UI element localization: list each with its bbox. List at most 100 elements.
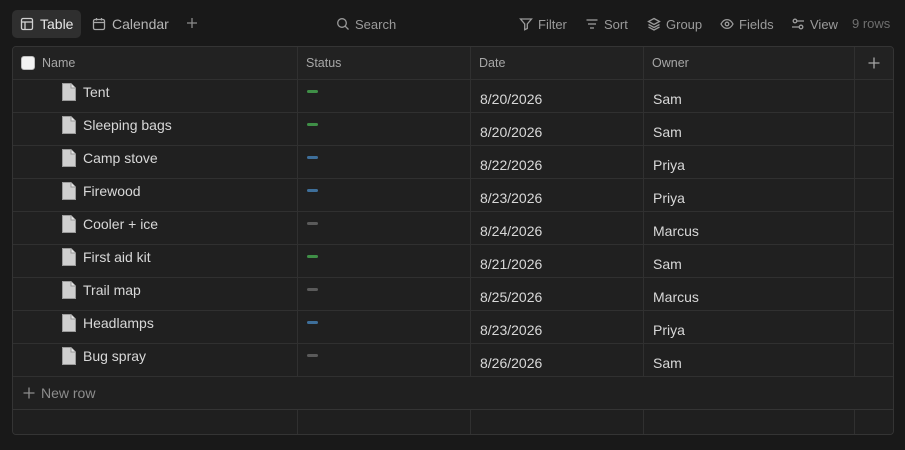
owner-cell[interactable]: Priya	[644, 311, 855, 343]
status-cell[interactable]	[298, 311, 471, 343]
status-cell[interactable]	[298, 344, 471, 376]
search-button[interactable]: Search	[336, 15, 396, 33]
table-row[interactable]: Firewood 8/23/2026 Priya	[13, 179, 893, 212]
table-row[interactable]: Cooler + ice 8/24/2026 Marcus	[13, 212, 893, 245]
extra-cell	[855, 113, 893, 145]
eye-icon	[720, 18, 734, 30]
column-header-date[interactable]: Date	[471, 47, 644, 79]
date-cell[interactable]: 8/24/2026	[471, 212, 644, 244]
owner-cell[interactable]: Marcus	[644, 278, 855, 310]
row-date: 8/21/2026	[480, 256, 543, 272]
column-header-label: Owner	[652, 56, 689, 70]
calendar-icon	[92, 18, 106, 31]
status-pill	[307, 255, 318, 258]
name-cell[interactable]: Firewood	[13, 179, 298, 211]
filter-button[interactable]: Filter	[519, 15, 567, 33]
status-cell[interactable]	[298, 80, 471, 112]
table-row[interactable]: Camp stove 8/22/2026 Priya	[13, 146, 893, 179]
extra-cell	[855, 311, 893, 343]
new-row-button[interactable]: New row	[13, 377, 893, 410]
table-row[interactable]: First aid kit 8/21/2026 Sam	[13, 245, 893, 278]
rows-count: 9 rows	[852, 16, 891, 31]
owner-cell[interactable]: Priya	[644, 146, 855, 178]
date-cell[interactable]: 8/22/2026	[471, 146, 644, 178]
owner-cell[interactable]: Sam	[644, 344, 855, 376]
fields-button[interactable]: Fields	[720, 15, 774, 33]
date-cell[interactable]: 8/23/2026	[471, 311, 644, 343]
group-button[interactable]: Group	[647, 15, 702, 33]
filter-icon	[519, 18, 533, 31]
name-cell[interactable]: Cooler + ice	[13, 212, 298, 244]
name-cell[interactable]: Camp stove	[13, 146, 298, 178]
status-cell[interactable]	[298, 179, 471, 211]
date-cell[interactable]: 8/25/2026	[471, 278, 644, 310]
table-row[interactable]: Bug spray 8/26/2026 Sam	[13, 344, 893, 377]
row-date: 8/22/2026	[480, 157, 543, 173]
table-row[interactable]: Tent 8/20/2026 Sam	[13, 80, 893, 113]
footer-cell-owner[interactable]	[644, 410, 855, 434]
date-cell[interactable]: 8/20/2026	[471, 113, 644, 145]
table-row[interactable]: Trail map 8/25/2026 Marcus	[13, 278, 893, 311]
status-pill	[307, 123, 318, 126]
footer-cell-status[interactable]	[298, 410, 471, 434]
name-cell[interactable]: Trail map	[13, 278, 298, 310]
page-icon	[62, 281, 76, 299]
select-all-checkbox[interactable]	[21, 56, 35, 70]
add-column-button[interactable]	[855, 47, 893, 79]
owner-cell[interactable]: Sam	[644, 80, 855, 112]
status-cell[interactable]	[298, 146, 471, 178]
date-cell[interactable]: 8/23/2026	[471, 179, 644, 211]
status-cell[interactable]	[298, 113, 471, 145]
sort-button[interactable]: Sort	[585, 15, 628, 33]
row-owner: Marcus	[653, 289, 699, 305]
footer-cell-name[interactable]	[13, 410, 298, 434]
new-row-label: New row	[41, 385, 96, 401]
name-cell[interactable]: Bug spray	[13, 344, 298, 376]
owner-cell[interactable]: Priya	[644, 179, 855, 211]
name-cell[interactable]: Sleeping bags	[13, 113, 298, 145]
table-icon	[20, 17, 34, 31]
name-cell[interactable]: Tent	[13, 80, 298, 112]
name-cell[interactable]: Headlamps	[13, 311, 298, 343]
row-owner: Priya	[653, 157, 685, 173]
table-row[interactable]: Sleeping bags 8/20/2026 Sam	[13, 113, 893, 146]
footer-cell-date[interactable]	[471, 410, 644, 434]
add-view-button[interactable]	[184, 15, 200, 31]
row-owner: Sam	[653, 91, 682, 107]
footer-cell-extra	[855, 410, 893, 434]
view-button[interactable]: View	[791, 15, 838, 33]
name-cell[interactable]: First aid kit	[13, 245, 298, 277]
plus-icon	[868, 57, 880, 69]
status-cell[interactable]	[298, 278, 471, 310]
layers-icon	[647, 17, 661, 31]
date-cell[interactable]: 8/20/2026	[471, 80, 644, 112]
page-icon	[62, 149, 76, 167]
tab-calendar[interactable]: Calendar	[84, 10, 177, 38]
column-header-status[interactable]: Status	[298, 47, 471, 79]
row-name: Camp stove	[83, 150, 158, 166]
status-cell[interactable]	[298, 212, 471, 244]
row-owner: Sam	[653, 124, 682, 140]
search-label: Search	[355, 16, 397, 32]
column-header-owner[interactable]: Owner	[644, 47, 855, 79]
date-cell[interactable]: 8/21/2026	[471, 245, 644, 277]
column-header-label: Status	[306, 56, 342, 70]
column-header-label: Name	[42, 56, 76, 70]
tab-table[interactable]: Table	[12, 10, 82, 38]
column-header-name[interactable]: Name	[13, 47, 298, 79]
data-table: Name Status Date Owner Tent 8/20/2026 Sam S…	[12, 46, 894, 435]
owner-cell[interactable]: Marcus	[644, 212, 855, 244]
owner-cell[interactable]: Sam	[644, 113, 855, 145]
status-pill	[307, 156, 318, 159]
status-cell[interactable]	[298, 245, 471, 277]
row-owner: Marcus	[653, 223, 699, 239]
row-name: Trail map	[83, 282, 141, 298]
owner-cell[interactable]: Sam	[644, 245, 855, 277]
page-icon	[62, 314, 76, 332]
table-row[interactable]: Headlamps 8/23/2026 Priya	[13, 311, 893, 344]
date-cell[interactable]: 8/26/2026	[471, 344, 644, 376]
filter-label: Filter	[538, 16, 567, 32]
status-pill	[307, 189, 318, 192]
row-owner: Priya	[653, 190, 685, 206]
row-date: 8/20/2026	[480, 91, 543, 107]
